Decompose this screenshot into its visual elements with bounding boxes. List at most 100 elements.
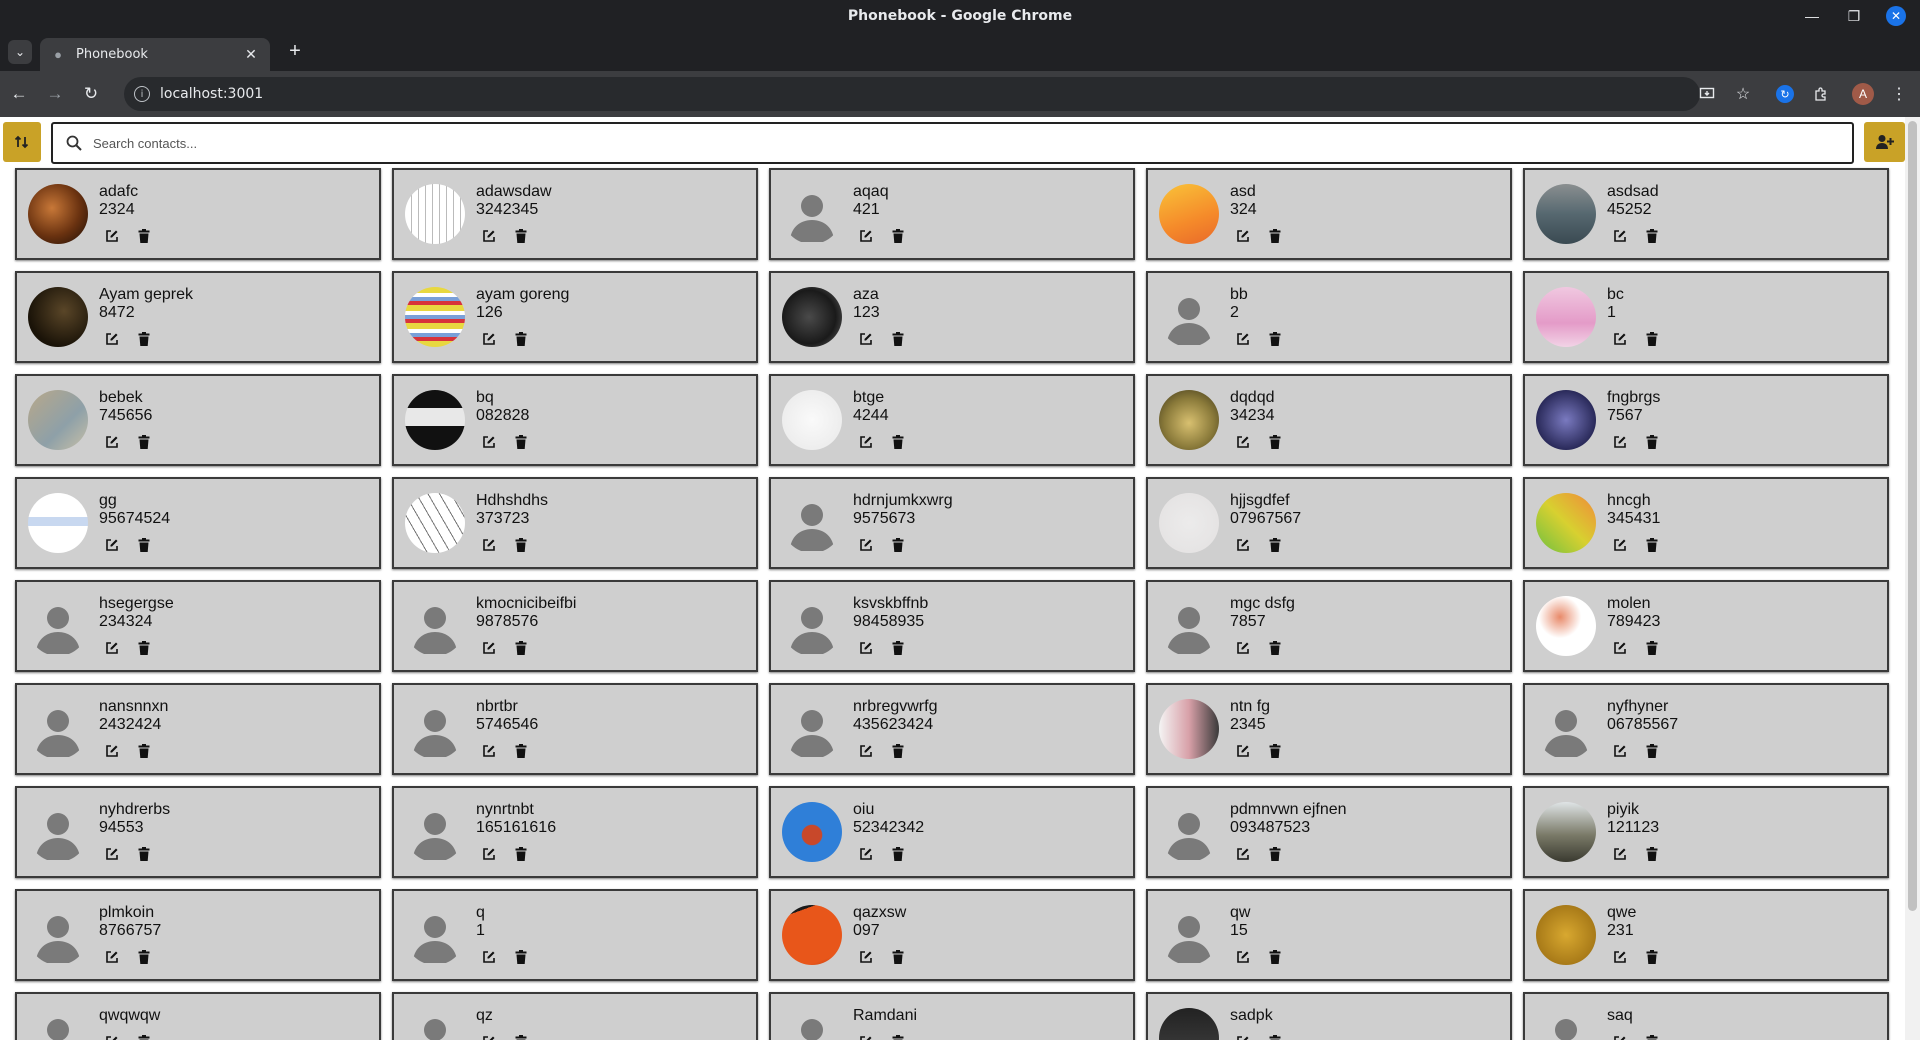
- edit-icon[interactable]: [857, 1033, 875, 1040]
- edit-icon[interactable]: [1234, 845, 1252, 863]
- delete-icon[interactable]: [889, 536, 907, 554]
- delete-icon[interactable]: [1643, 536, 1661, 554]
- edit-icon[interactable]: [1611, 948, 1629, 966]
- install-app-icon[interactable]: [1696, 83, 1718, 105]
- reload-icon[interactable]: ↻: [74, 84, 108, 104]
- delete-icon[interactable]: [512, 536, 530, 554]
- edit-icon[interactable]: [1234, 330, 1252, 348]
- delete-icon[interactable]: [1643, 1033, 1661, 1040]
- delete-icon[interactable]: [512, 330, 530, 348]
- delete-icon[interactable]: [1643, 948, 1661, 966]
- back-icon[interactable]: ←: [2, 84, 36, 104]
- edit-icon[interactable]: [1611, 330, 1629, 348]
- delete-icon[interactable]: [1266, 742, 1284, 760]
- delete-icon[interactable]: [135, 639, 153, 657]
- delete-icon[interactable]: [512, 1033, 530, 1040]
- edit-icon[interactable]: [1234, 742, 1252, 760]
- delete-icon[interactable]: [1643, 742, 1661, 760]
- delete-icon[interactable]: [1643, 639, 1661, 657]
- delete-icon[interactable]: [1643, 227, 1661, 245]
- edit-icon[interactable]: [1234, 227, 1252, 245]
- edit-icon[interactable]: [857, 639, 875, 657]
- delete-icon[interactable]: [135, 227, 153, 245]
- delete-icon[interactable]: [889, 227, 907, 245]
- edit-icon[interactable]: [103, 227, 121, 245]
- delete-icon[interactable]: [135, 1033, 153, 1040]
- edit-icon[interactable]: [1611, 742, 1629, 760]
- edit-icon[interactable]: [1234, 1033, 1252, 1040]
- page-scrollbar[interactable]: [1905, 117, 1920, 1040]
- edit-icon[interactable]: [1234, 433, 1252, 451]
- edit-icon[interactable]: [1611, 1033, 1629, 1040]
- tab-phonebook[interactable]: ● Phonebook ✕: [40, 38, 270, 71]
- edit-icon[interactable]: [480, 433, 498, 451]
- delete-icon[interactable]: [512, 742, 530, 760]
- edit-icon[interactable]: [1234, 536, 1252, 554]
- address-bar[interactable]: i localhost:3001: [124, 77, 1700, 111]
- edit-icon[interactable]: [1234, 948, 1252, 966]
- delete-icon[interactable]: [889, 1033, 907, 1040]
- edit-icon[interactable]: [480, 948, 498, 966]
- delete-icon[interactable]: [889, 639, 907, 657]
- edit-icon[interactable]: [857, 227, 875, 245]
- add-contact-button[interactable]: [1864, 122, 1905, 162]
- delete-icon[interactable]: [1266, 330, 1284, 348]
- edit-icon[interactable]: [480, 1033, 498, 1040]
- delete-icon[interactable]: [1266, 227, 1284, 245]
- extensions-puzzle-icon[interactable]: [1810, 83, 1832, 105]
- site-info-icon[interactable]: i: [134, 86, 150, 102]
- delete-icon[interactable]: [889, 948, 907, 966]
- delete-icon[interactable]: [512, 845, 530, 863]
- edit-icon[interactable]: [103, 433, 121, 451]
- delete-icon[interactable]: [1266, 536, 1284, 554]
- chrome-menu-icon[interactable]: ⋮: [1888, 83, 1910, 105]
- delete-icon[interactable]: [512, 639, 530, 657]
- search-box[interactable]: [51, 122, 1854, 164]
- edit-icon[interactable]: [103, 742, 121, 760]
- edit-icon[interactable]: [1234, 639, 1252, 657]
- edit-icon[interactable]: [103, 845, 121, 863]
- search-input[interactable]: [91, 134, 1852, 152]
- new-tab-icon[interactable]: +: [283, 40, 307, 63]
- edit-icon[interactable]: [1611, 639, 1629, 657]
- delete-icon[interactable]: [135, 948, 153, 966]
- extension-icon[interactable]: ↻: [1774, 83, 1796, 105]
- edit-icon[interactable]: [857, 742, 875, 760]
- edit-icon[interactable]: [103, 536, 121, 554]
- edit-icon[interactable]: [1611, 845, 1629, 863]
- delete-icon[interactable]: [889, 845, 907, 863]
- edit-icon[interactable]: [480, 330, 498, 348]
- edit-icon[interactable]: [480, 639, 498, 657]
- close-tab-icon[interactable]: ✕: [242, 46, 260, 63]
- delete-icon[interactable]: [1266, 639, 1284, 657]
- edit-icon[interactable]: [857, 433, 875, 451]
- edit-icon[interactable]: [103, 330, 121, 348]
- edit-icon[interactable]: [1611, 433, 1629, 451]
- edit-icon[interactable]: [1611, 227, 1629, 245]
- forward-icon[interactable]: →: [38, 84, 72, 104]
- edit-icon[interactable]: [857, 536, 875, 554]
- delete-icon[interactable]: [512, 948, 530, 966]
- delete-icon[interactable]: [1266, 845, 1284, 863]
- profile-avatar[interactable]: A: [1852, 83, 1874, 105]
- delete-icon[interactable]: [889, 433, 907, 451]
- edit-icon[interactable]: [480, 845, 498, 863]
- delete-icon[interactable]: [889, 330, 907, 348]
- delete-icon[interactable]: [135, 536, 153, 554]
- edit-icon[interactable]: [103, 639, 121, 657]
- edit-icon[interactable]: [480, 742, 498, 760]
- delete-icon[interactable]: [135, 330, 153, 348]
- edit-icon[interactable]: [857, 948, 875, 966]
- delete-icon[interactable]: [1266, 1033, 1284, 1040]
- edit-icon[interactable]: [1611, 536, 1629, 554]
- tab-search-icon[interactable]: ⌄: [8, 40, 32, 64]
- edit-icon[interactable]: [857, 845, 875, 863]
- delete-icon[interactable]: [1643, 845, 1661, 863]
- sort-button[interactable]: [3, 122, 41, 162]
- delete-icon[interactable]: [135, 742, 153, 760]
- delete-icon[interactable]: [512, 433, 530, 451]
- delete-icon[interactable]: [1643, 330, 1661, 348]
- edit-icon[interactable]: [857, 330, 875, 348]
- delete-icon[interactable]: [512, 227, 530, 245]
- delete-icon[interactable]: [889, 742, 907, 760]
